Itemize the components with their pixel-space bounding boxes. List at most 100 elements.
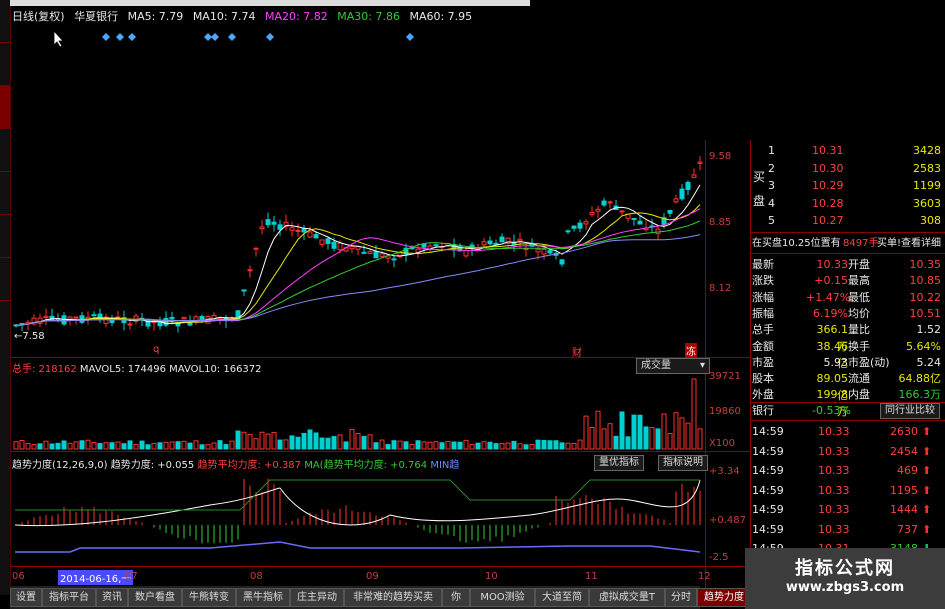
volume-bar: [199, 444, 205, 450]
bid-level-row[interactable]: 5 10.27 308: [750, 212, 945, 229]
trade-tick-row: 14:59 10.33 1195 ⬆: [750, 482, 945, 499]
stat-value: 10.22: [909, 290, 942, 304]
optimize-button[interactable]: 量优指标: [594, 455, 644, 471]
volume-bar: [343, 441, 349, 450]
compare-button[interactable]: 同行业比较: [880, 403, 940, 419]
sidebar-tab[interactable]: [0, 129, 10, 172]
position-link[interactable]: 买单!查看详细: [877, 235, 941, 252]
indicator-help-button[interactable]: 指标说明: [658, 455, 708, 471]
tick-time: 14:59: [752, 425, 784, 438]
tab-6[interactable]: 庄主异动: [290, 588, 344, 607]
indicator-header: 趋势力度(12,26,9,0) 趋势力度: +0.055 趋势平均力度: +0.…: [12, 456, 459, 471]
volume-chart[interactable]: [10, 375, 705, 451]
level-volume: 308: [920, 214, 941, 227]
bid-level-row[interactable]: 2 10.30 2583: [750, 160, 945, 177]
tab-7[interactable]: 非常难的趋势买卖: [344, 588, 442, 607]
sidebar-tab[interactable]: [0, 215, 10, 258]
sidebar-tab[interactable]: [0, 0, 10, 43]
stat-label: 市盈: [752, 355, 774, 369]
watermark-url: www.zbgs3.com: [785, 580, 905, 595]
tab-1[interactable]: 指标平台: [42, 588, 96, 607]
mavol10-label: MAVOL10: 166372: [169, 364, 262, 375]
volume-bar: [565, 442, 571, 450]
tab-9[interactable]: MOO测验: [470, 588, 535, 607]
panel-divider: [10, 566, 750, 567]
sidebar-tab[interactable]: [0, 258, 10, 301]
volume-bar: [403, 441, 409, 450]
volume-bar: [607, 423, 613, 450]
tab-10[interactable]: 大道至简: [535, 588, 589, 607]
indicator-chart[interactable]: [10, 470, 705, 566]
trade-tick-row: 14:59 10.33 469 ⬆: [750, 462, 945, 479]
stat-label: 外盘: [752, 388, 774, 402]
sidebar-tab[interactable]: [0, 43, 10, 86]
tick-volume: 2454: [890, 444, 918, 458]
level-number: 2: [768, 161, 775, 175]
divider: [750, 420, 945, 421]
divider: [750, 253, 945, 254]
volume-bar: [487, 441, 493, 450]
ma60-label: MA60: 7.95: [409, 10, 473, 23]
price-tick: 8.85: [709, 217, 732, 228]
volume-bar: [121, 443, 127, 450]
candle-body: [433, 244, 439, 247]
volume-bar: [385, 444, 391, 450]
tab-8[interactable]: 你: [442, 588, 470, 607]
volume-bar: [493, 443, 499, 450]
volume-bar: [73, 441, 79, 450]
candle-body: [181, 316, 187, 320]
bid-level-row[interactable]: 3 10.29 1199: [750, 177, 945, 194]
stat-label: 最新: [752, 258, 774, 271]
volume-bar: [97, 443, 103, 450]
volume-bar: [661, 413, 667, 450]
stat-row: 市盈 5.93 市盈(动) 5.24: [750, 354, 945, 371]
candle-body: [481, 241, 487, 246]
tab-3[interactable]: 数户看盘: [128, 588, 182, 607]
volume-bar: [253, 438, 259, 450]
candle-body: [685, 181, 691, 190]
stat-row: 金额 38.46亿 换手 5.64%: [750, 338, 945, 370]
tab-12[interactable]: 分时: [665, 588, 697, 607]
volume-bar: [103, 442, 109, 450]
candle-body: [331, 241, 337, 249]
bid-level-row[interactable]: 1 10.31 3428: [750, 142, 945, 159]
volume-bar: [163, 441, 169, 450]
volume-bar: [691, 378, 697, 450]
volume-bar: [151, 442, 157, 450]
x-tick: 06: [12, 571, 25, 582]
position-info[interactable]: 在买盘10.25位置有 8497手 买单!查看详细: [750, 235, 945, 252]
volume-bar: [397, 440, 403, 450]
candle-body: [619, 210, 625, 213]
volume-bar: [349, 428, 355, 450]
stat-label: 最高: [848, 274, 870, 288]
level-number: 1: [768, 144, 775, 157]
volume-bar: [391, 440, 397, 450]
candlestick-chart[interactable]: [10, 140, 705, 357]
volume-dropdown[interactable]: 成交量 ▾: [636, 358, 710, 374]
volume-bar: [109, 442, 115, 450]
stat-row: 外盘 199.8万 内盘 166.3万: [750, 386, 945, 418]
tick-price: 10.33: [818, 522, 850, 536]
bid-level-row[interactable]: 4 10.28 3603: [750, 195, 945, 212]
tab-0[interactable]: 设置: [10, 588, 42, 607]
volume-bar: [157, 442, 163, 450]
tab-13[interactable]: 趋势力度: [697, 588, 751, 607]
candle-body: [259, 226, 265, 230]
volume-bar: [43, 440, 49, 450]
arrow-up-icon: ⬆: [922, 464, 932, 477]
tab-4[interactable]: 牛熊转变: [182, 588, 236, 607]
sector-pct: -0.53%: [812, 404, 851, 417]
candle-body: [577, 222, 583, 229]
mavol5-label: MAVOL5: 174496: [79, 364, 166, 375]
x-tick: 11: [585, 571, 598, 582]
volume-bar: [205, 444, 211, 450]
volume-bar: [313, 432, 319, 450]
candle-body: [463, 249, 469, 257]
tab-2[interactable]: 资讯: [96, 588, 128, 607]
sidebar-tab[interactable]: [0, 172, 10, 215]
tab-11[interactable]: 虚拟成交量T: [589, 588, 665, 607]
stat-row: 振幅 6.19% 均价 10.51: [750, 305, 945, 322]
tab-5[interactable]: 黑牛指标: [236, 588, 290, 607]
candle-body: [391, 258, 397, 261]
sidebar-tab[interactable]: [0, 86, 10, 129]
